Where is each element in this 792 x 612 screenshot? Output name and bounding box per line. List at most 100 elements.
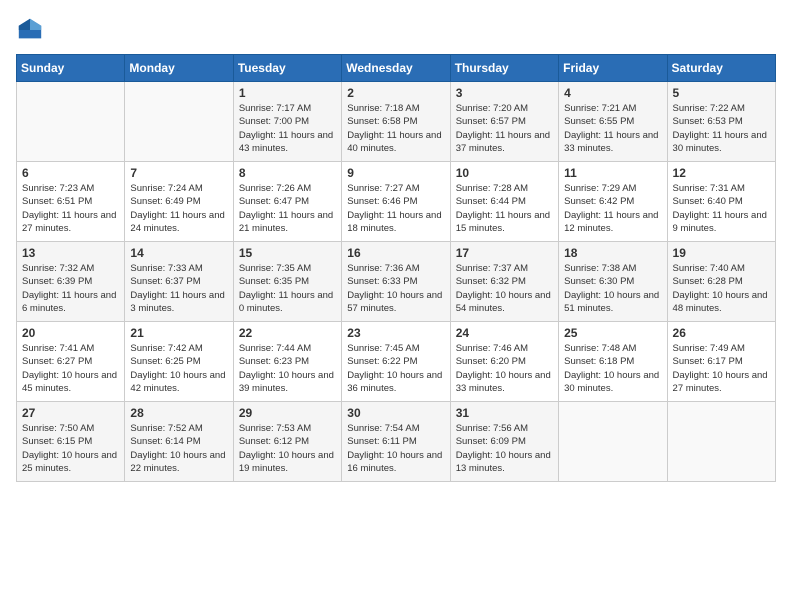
- calendar-cell: 28 Sunrise: 7:52 AMSunset: 6:14 PMDayligh…: [125, 402, 233, 482]
- day-number: 14: [130, 246, 227, 260]
- calendar-cell: 13 Sunrise: 7:32 AMSunset: 6:39 PMDayligh…: [17, 242, 125, 322]
- calendar-cell: 17 Sunrise: 7:37 AMSunset: 6:32 PMDayligh…: [450, 242, 558, 322]
- day-info: Sunrise: 7:33 AMSunset: 6:37 PMDaylight:…: [130, 262, 227, 315]
- day-info: Sunrise: 7:42 AMSunset: 6:25 PMDaylight:…: [130, 342, 227, 395]
- day-number: 16: [347, 246, 444, 260]
- calendar-cell: 26Sunrise: 7:49 AMSunset: 6:17 PMDayligh…: [667, 322, 775, 402]
- day-number: 10: [456, 166, 553, 180]
- day-info: Sunrise: 7:17 AMSunset: 7:00 PMDaylight:…: [239, 102, 336, 155]
- weekday-header-row: SundayMondayTuesdayWednesdayThursdayFrid…: [17, 55, 776, 82]
- day-number: 11: [564, 166, 661, 180]
- day-info: Sunrise: 7:56 AMSunset: 6:09 PMDaylight:…: [456, 422, 553, 475]
- day-number: 23: [347, 326, 444, 340]
- weekday-header-monday: Monday: [125, 55, 233, 82]
- calendar-cell: [667, 402, 775, 482]
- day-number: 3: [456, 86, 553, 100]
- day-info: Sunrise: 7:32 AMSunset: 6:39 PMDaylight:…: [22, 262, 119, 315]
- calendar-cell: 14 Sunrise: 7:33 AMSunset: 6:37 PMDayligh…: [125, 242, 233, 322]
- calendar-cell: 12 Sunrise: 7:31 AMSunset: 6:40 PMDayligh…: [667, 162, 775, 242]
- day-number: 7: [130, 166, 227, 180]
- calendar-cell: 5 Sunrise: 7:22 AMSunset: 6:53 PMDaylight…: [667, 82, 775, 162]
- day-number: 25: [564, 326, 661, 340]
- calendar-cell: 1Sunrise: 7:17 AMSunset: 7:00 PMDaylight…: [233, 82, 341, 162]
- day-number: 27: [22, 406, 119, 420]
- day-info: Sunrise: 7:48 AMSunset: 6:18 PMDaylight:…: [564, 342, 661, 395]
- weekday-header-wednesday: Wednesday: [342, 55, 450, 82]
- calendar-week-row-2: 13 Sunrise: 7:32 AMSunset: 6:39 PMDayligh…: [17, 242, 776, 322]
- day-number: 22: [239, 326, 336, 340]
- calendar-cell: 22 Sunrise: 7:44 AMSunset: 6:23 PMDayligh…: [233, 322, 341, 402]
- weekday-header-friday: Friday: [559, 55, 667, 82]
- calendar-week-row-4: 27 Sunrise: 7:50 AMSunset: 6:15 PMDayligh…: [17, 402, 776, 482]
- day-info: Sunrise: 7:18 AMSunset: 6:58 PMDaylight:…: [347, 102, 444, 155]
- calendar-week-row-0: 1Sunrise: 7:17 AMSunset: 7:00 PMDaylight…: [17, 82, 776, 162]
- calendar-cell: 30Sunrise: 7:54 AMSunset: 6:11 PMDayligh…: [342, 402, 450, 482]
- calendar-cell: 25 Sunrise: 7:48 AMSunset: 6:18 PMDayligh…: [559, 322, 667, 402]
- weekday-header-tuesday: Tuesday: [233, 55, 341, 82]
- calendar-cell: 18Sunrise: 7:38 AMSunset: 6:30 PMDayligh…: [559, 242, 667, 322]
- calendar-cell: 16Sunrise: 7:36 AMSunset: 6:33 PMDayligh…: [342, 242, 450, 322]
- day-info: Sunrise: 7:45 AMSunset: 6:22 PMDaylight:…: [347, 342, 444, 395]
- calendar-cell: 19Sunrise: 7:40 AMSunset: 6:28 PMDayligh…: [667, 242, 775, 322]
- calendar-cell: 4 Sunrise: 7:21 AMSunset: 6:55 PMDaylight…: [559, 82, 667, 162]
- day-number: 5: [673, 86, 770, 100]
- day-info: Sunrise: 7:20 AMSunset: 6:57 PMDaylight:…: [456, 102, 553, 155]
- day-number: 28: [130, 406, 227, 420]
- day-info: Sunrise: 7:29 AMSunset: 6:42 PMDaylight:…: [564, 182, 661, 235]
- day-number: 2: [347, 86, 444, 100]
- day-info: Sunrise: 7:41 AMSunset: 6:27 PMDaylight:…: [22, 342, 119, 395]
- day-number: 15: [239, 246, 336, 260]
- day-info: Sunrise: 7:37 AMSunset: 6:32 PMDaylight:…: [456, 262, 553, 315]
- day-info: Sunrise: 7:22 AMSunset: 6:53 PMDaylight:…: [673, 102, 770, 155]
- day-number: 26: [673, 326, 770, 340]
- calendar-cell: 11 Sunrise: 7:29 AMSunset: 6:42 PMDayligh…: [559, 162, 667, 242]
- calendar-table: SundayMondayTuesdayWednesdayThursdayFrid…: [16, 54, 776, 482]
- day-number: 4: [564, 86, 661, 100]
- day-number: 21: [130, 326, 227, 340]
- day-info: Sunrise: 7:27 AMSunset: 6:46 PMDaylight:…: [347, 182, 444, 235]
- day-number: 12: [673, 166, 770, 180]
- day-number: 18: [564, 246, 661, 260]
- calendar-cell: 21 Sunrise: 7:42 AMSunset: 6:25 PMDayligh…: [125, 322, 233, 402]
- calendar-cell: 7Sunrise: 7:24 AMSunset: 6:49 PMDaylight…: [125, 162, 233, 242]
- day-info: Sunrise: 7:28 AMSunset: 6:44 PMDaylight:…: [456, 182, 553, 235]
- day-info: Sunrise: 7:54 AMSunset: 6:11 PMDaylight:…: [347, 422, 444, 475]
- calendar-cell: 29 Sunrise: 7:53 AMSunset: 6:12 PMDayligh…: [233, 402, 341, 482]
- weekday-header-sunday: Sunday: [17, 55, 125, 82]
- calendar-cell: 23 Sunrise: 7:45 AMSunset: 6:22 PMDayligh…: [342, 322, 450, 402]
- day-number: 29: [239, 406, 336, 420]
- day-number: 20: [22, 326, 119, 340]
- day-info: Sunrise: 7:44 AMSunset: 6:23 PMDaylight:…: [239, 342, 336, 395]
- calendar-cell: 2 Sunrise: 7:18 AMSunset: 6:58 PMDaylight…: [342, 82, 450, 162]
- calendar-cell: 20 Sunrise: 7:41 AMSunset: 6:27 PMDayligh…: [17, 322, 125, 402]
- day-info: Sunrise: 7:31 AMSunset: 6:40 PMDaylight:…: [673, 182, 770, 235]
- day-info: Sunrise: 7:23 AMSunset: 6:51 PMDaylight:…: [22, 182, 119, 235]
- calendar-cell: [17, 82, 125, 162]
- logo: [16, 16, 48, 44]
- day-info: Sunrise: 7:46 AMSunset: 6:20 PMDaylight:…: [456, 342, 553, 395]
- calendar-cell: 31Sunrise: 7:56 AMSunset: 6:09 PMDayligh…: [450, 402, 558, 482]
- day-number: 13: [22, 246, 119, 260]
- calendar-cell: 3 Sunrise: 7:20 AMSunset: 6:57 PMDaylight…: [450, 82, 558, 162]
- day-number: 8: [239, 166, 336, 180]
- calendar-cell: 8Sunrise: 7:26 AMSunset: 6:47 PMDaylight…: [233, 162, 341, 242]
- weekday-header-saturday: Saturday: [667, 55, 775, 82]
- calendar-cell: 24Sunrise: 7:46 AMSunset: 6:20 PMDayligh…: [450, 322, 558, 402]
- day-info: Sunrise: 7:50 AMSunset: 6:15 PMDaylight:…: [22, 422, 119, 475]
- page-header: [16, 16, 776, 44]
- day-info: Sunrise: 7:40 AMSunset: 6:28 PMDaylight:…: [673, 262, 770, 315]
- calendar-week-row-1: 6Sunrise: 7:23 AMSunset: 6:51 PMDaylight…: [17, 162, 776, 242]
- calendar-cell: 15 Sunrise: 7:35 AMSunset: 6:35 PMDayligh…: [233, 242, 341, 322]
- weekday-header-thursday: Thursday: [450, 55, 558, 82]
- calendar-cell: 6Sunrise: 7:23 AMSunset: 6:51 PMDaylight…: [17, 162, 125, 242]
- calendar-week-row-3: 20 Sunrise: 7:41 AMSunset: 6:27 PMDayligh…: [17, 322, 776, 402]
- logo-icon: [16, 16, 44, 44]
- calendar-cell: [559, 402, 667, 482]
- day-info: Sunrise: 7:52 AMSunset: 6:14 PMDaylight:…: [130, 422, 227, 475]
- calendar-cell: 10 Sunrise: 7:28 AMSunset: 6:44 PMDayligh…: [450, 162, 558, 242]
- day-info: Sunrise: 7:21 AMSunset: 6:55 PMDaylight:…: [564, 102, 661, 155]
- day-number: 17: [456, 246, 553, 260]
- day-info: Sunrise: 7:53 AMSunset: 6:12 PMDaylight:…: [239, 422, 336, 475]
- day-info: Sunrise: 7:35 AMSunset: 6:35 PMDaylight:…: [239, 262, 336, 315]
- calendar-cell: [125, 82, 233, 162]
